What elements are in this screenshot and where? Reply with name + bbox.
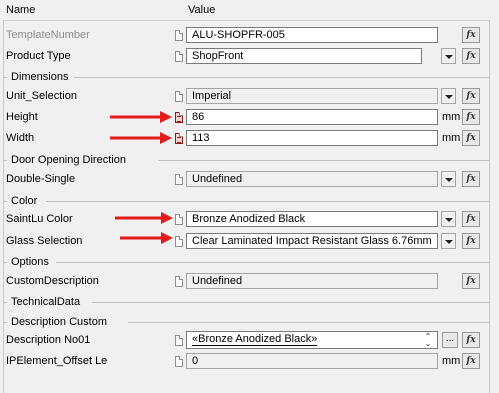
property-grid-header: Name Value [0, 0, 499, 21]
glass-selection-combo[interactable]: Clear Laminated Impact Resistant Glass 6… [186, 233, 438, 249]
section-color[interactable]: Color [11, 195, 37, 207]
fx-button[interactable]: fx [462, 211, 480, 227]
section-divider [46, 201, 489, 202]
double-single-label: Double-Single [6, 173, 76, 185]
value-column-header[interactable]: Value [188, 4, 215, 16]
document-icon [175, 30, 183, 41]
chevron-down-icon[interactable] [441, 48, 456, 64]
product-type-combo[interactable]: ShopFront [186, 48, 422, 64]
ipelement-offset-unit: mm [442, 355, 461, 367]
unit-selection-combo[interactable]: Imperial [186, 88, 438, 104]
chevron-down-icon[interactable] [441, 88, 456, 104]
calculator-icon [175, 112, 183, 123]
section-options[interactable]: Options [11, 256, 49, 268]
fx-button[interactable]: fx [462, 27, 480, 43]
arrow-icon [115, 212, 173, 224]
unit-selection-label: Unit_Selection [6, 90, 77, 102]
chevron-down-icon[interactable] [441, 211, 456, 227]
fx-button[interactable]: fx [462, 273, 480, 289]
arrow-icon [120, 232, 173, 244]
section-divider [56, 262, 489, 263]
document-icon [175, 174, 183, 185]
description-no01-label: Description No01 [6, 334, 91, 346]
height-unit: mm [442, 111, 461, 123]
ipelement-offset-label: IPElement_Offset Le [6, 355, 108, 367]
document-icon [175, 214, 183, 225]
chevron-down-icon[interactable] [441, 233, 456, 249]
section-divider [3, 160, 7, 161]
name-column-header[interactable]: Name [6, 4, 35, 16]
arrow-icon [110, 111, 172, 123]
fx-button[interactable]: fx [462, 130, 480, 146]
double-single-combo[interactable]: Undefined [186, 171, 438, 187]
document-icon [175, 276, 183, 287]
document-icon [175, 335, 183, 346]
section-description-custom[interactable]: Description Custom [11, 316, 107, 328]
ipelement-offset-field[interactable]: 0 [186, 353, 438, 369]
section-divider [3, 201, 7, 202]
fx-button[interactable]: fx [462, 332, 480, 348]
spin-buttons[interactable]: ⌃ ⌄ [421, 333, 435, 348]
height-label: Height [6, 111, 38, 123]
product-type-label: Product Type [6, 50, 71, 62]
document-icon [175, 356, 183, 367]
fx-button[interactable]: fx [462, 109, 480, 125]
description-no01-value: «Bronze Anodized Black» [192, 333, 318, 346]
section-divider [3, 262, 7, 263]
calculator-icon [175, 133, 183, 144]
custom-description-field[interactable]: Undefined [186, 273, 438, 289]
section-dimensions[interactable]: Dimensions [11, 71, 68, 83]
saintlu-color-label: SaintLu Color [6, 213, 73, 225]
description-no01-field[interactable]: «Bronze Anodized Black» [186, 331, 438, 349]
section-technical-data[interactable]: TechnicalData [11, 296, 80, 308]
width-label: Width [6, 132, 35, 144]
left-gutter [0, 20, 4, 393]
document-icon [175, 91, 183, 102]
custom-description-label: CustomDescription [6, 275, 99, 287]
template-number-label: TemplateNumber [6, 29, 90, 41]
ellipsis-button[interactable]: ... [442, 332, 458, 348]
fx-button[interactable]: fx [462, 88, 480, 104]
section-divider [3, 302, 7, 303]
section-divider [3, 322, 7, 323]
chevron-down-icon[interactable] [441, 171, 456, 187]
section-divider [92, 302, 489, 303]
fx-button[interactable]: fx [462, 171, 480, 187]
template-number-field[interactable]: ALU-SHOPFR-005 [186, 27, 438, 43]
saintlu-color-combo[interactable]: Bronze Anodized Black [186, 211, 438, 227]
height-field[interactable]: 86 [186, 109, 438, 125]
section-divider [74, 77, 489, 78]
width-unit: mm [442, 132, 461, 144]
section-door-opening[interactable]: Door Opening Direction [11, 154, 126, 166]
section-divider [3, 77, 7, 78]
fx-button[interactable]: fx [462, 353, 480, 369]
spin-down-icon[interactable]: ⌄ [421, 340, 435, 348]
fx-button[interactable]: fx [462, 48, 480, 64]
vertical-scrollbar[interactable] [489, 20, 499, 393]
section-divider [158, 160, 489, 161]
fx-button[interactable]: fx [462, 233, 480, 249]
document-icon [175, 236, 183, 247]
width-field[interactable]: 113 [186, 130, 438, 146]
glass-selection-label: Glass Selection [6, 235, 83, 247]
arrow-icon [110, 132, 172, 144]
section-divider [128, 322, 489, 323]
document-icon [175, 51, 183, 62]
